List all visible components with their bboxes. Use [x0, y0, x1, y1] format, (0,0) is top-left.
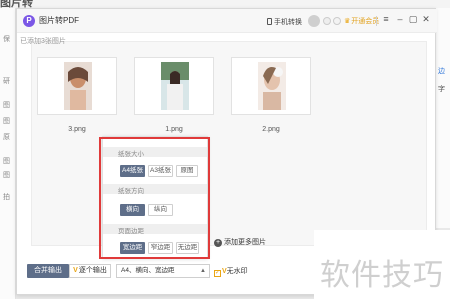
- bg-left-item: 图: [3, 102, 10, 109]
- background-right-panel: 边 字: [436, 8, 450, 228]
- margin-option-narrow[interactable]: 窄边距: [148, 242, 173, 254]
- watermark-text: 软件技巧: [320, 258, 444, 293]
- titlebar-divider: [376, 16, 377, 26]
- no-watermark-checkbox[interactable]: ✓ V无水印: [214, 266, 248, 277]
- vip-badge-icon: V: [73, 267, 78, 274]
- bg-left-item: 拍: [3, 194, 10, 201]
- close-icon[interactable]: ✕: [421, 14, 431, 25]
- app-logo-icon: P: [23, 15, 35, 27]
- checkbox-icon: ✓: [214, 270, 221, 277]
- status-dot-icon: [323, 17, 331, 25]
- background-app-topbar: 图片转: [0, 0, 450, 9]
- paper-size-option-a4[interactable]: A4纸张: [120, 165, 145, 177]
- margin-option-none[interactable]: 无边距: [176, 242, 199, 254]
- no-watermark-label: 无水印: [226, 268, 248, 275]
- paper-size-option-original[interactable]: 原图: [176, 165, 198, 177]
- menu-icon[interactable]: ≡: [381, 14, 391, 24]
- plus-icon: +: [214, 239, 222, 247]
- portrait-image: [258, 62, 286, 110]
- minimize-icon[interactable]: –: [395, 14, 405, 24]
- paper-size-label: 纸张大小: [118, 151, 144, 158]
- bg-left-item: 图: [3, 118, 10, 125]
- bg-right-item: 边: [438, 68, 445, 75]
- portrait-image: [161, 62, 189, 110]
- background-left-sidebar: 保 研 图 图 原 图 图 拍: [0, 8, 16, 299]
- bg-left-item: 图: [3, 172, 10, 179]
- portrait-image: [64, 62, 92, 110]
- page-settings-select[interactable]: A4、横向、宽边距 ▲: [116, 264, 210, 278]
- orientation-option-portrait[interactable]: 纵向: [148, 204, 173, 216]
- merge-output-button[interactable]: 合并输出: [27, 264, 69, 278]
- orientation-label: 纸张方向: [118, 188, 144, 195]
- thumbnail-filename: 3.png: [68, 126, 86, 133]
- window-title: 图片转PDF: [39, 16, 79, 25]
- user-avatar[interactable]: [308, 15, 320, 27]
- margin-option-wide[interactable]: 宽边距: [120, 242, 145, 254]
- bg-left-item: 研: [3, 78, 10, 85]
- phone-icon: [267, 18, 272, 25]
- bg-left-item: 图: [3, 158, 10, 165]
- status-dot-icon: [333, 17, 341, 25]
- add-more-label: 添加更多图片: [224, 239, 266, 246]
- maximize-icon[interactable]: ▢: [408, 14, 418, 25]
- bg-left-item: 保: [3, 36, 10, 43]
- vip-button[interactable]: ♛开通会员: [344, 16, 379, 26]
- page-settings-value: A4、横向、宽边距: [121, 267, 175, 274]
- thumbnail-filename: 2.png: [262, 126, 280, 133]
- mobile-convert-button[interactable]: 手机转换: [267, 17, 302, 27]
- thumbnail-filename: 1.png: [165, 126, 183, 133]
- image-thumbnail[interactable]: [231, 57, 311, 115]
- mobile-convert-label: 手机转换: [274, 19, 302, 26]
- image-thumbnail[interactable]: [37, 57, 117, 115]
- single-output-label: 逐个输出: [78, 267, 107, 274]
- add-more-images-button[interactable]: + 添加更多图片: [214, 237, 266, 247]
- single-output-button[interactable]: V逐个输出: [69, 264, 111, 278]
- paper-size-option-a3[interactable]: A3纸张: [148, 165, 173, 177]
- bg-right-item: 字: [438, 86, 445, 93]
- titlebar: P 图片转PDF 手机转换 ♛开通会员 ≡ – ▢ ✕: [17, 9, 437, 33]
- orientation-option-landscape[interactable]: 横向: [120, 204, 145, 216]
- chevron-up-icon: ▲: [200, 268, 206, 274]
- bg-left-item: 原: [3, 134, 10, 141]
- added-images-count: 已添加3张图片: [20, 38, 66, 45]
- margin-label: 页面边距: [118, 228, 144, 235]
- image-thumbnail[interactable]: [134, 57, 214, 115]
- crown-icon: ♛: [344, 18, 351, 25]
